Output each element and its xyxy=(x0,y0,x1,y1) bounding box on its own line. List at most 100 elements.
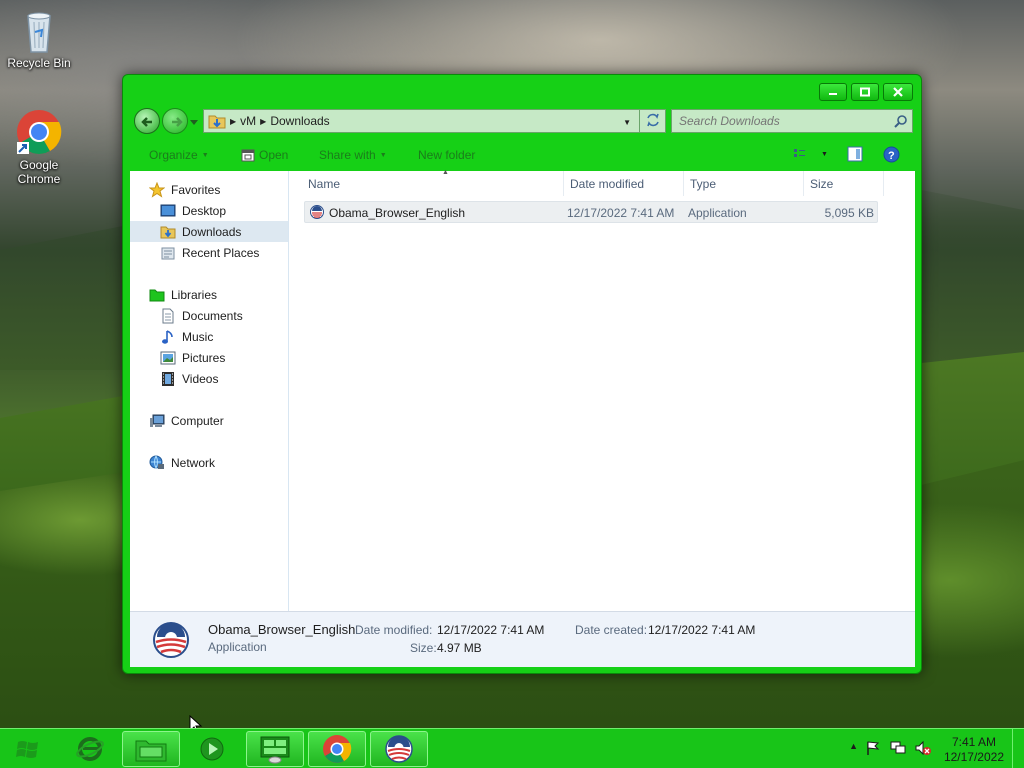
desktop-icon-label: Recycle Bin xyxy=(7,56,71,70)
details-pane: Obama_Browser_English Application Date m… xyxy=(130,611,915,667)
column-header-size[interactable]: Size xyxy=(804,171,884,196)
sidebar-item-label: Desktop xyxy=(182,203,227,218)
sidebar-item-label: Computer xyxy=(171,413,224,428)
navigation-bar: ▶ vM ▶ Downloads ▼ xyxy=(129,108,913,134)
obama-app-icon xyxy=(310,205,324,219)
help-button[interactable]: ? xyxy=(883,146,900,163)
maximize-icon xyxy=(860,87,870,97)
chrome-icon xyxy=(323,735,352,763)
back-button[interactable] xyxy=(134,108,160,134)
sidebar-item-videos[interactable]: Videos xyxy=(130,368,288,389)
search-input[interactable] xyxy=(679,114,879,128)
sidebar-item-network[interactable]: Network xyxy=(130,452,288,473)
taskbar-obama-browser[interactable] xyxy=(370,731,428,767)
sidebar-item-computer[interactable]: Computer xyxy=(130,410,288,431)
file-date: 12/17/2022 7:41 AM xyxy=(567,206,675,220)
search-box[interactable] xyxy=(671,109,913,133)
clock-date: 12/17/2022 xyxy=(943,750,1004,764)
sidebar-item-downloads[interactable]: Downloads xyxy=(130,221,288,242)
pictures-icon xyxy=(160,350,176,366)
close-icon xyxy=(893,87,903,97)
start-button[interactable] xyxy=(6,731,50,767)
taskbar-media-player[interactable] xyxy=(184,731,240,767)
sidebar-item-recent-places[interactable]: Recent Places xyxy=(130,242,288,263)
star-icon xyxy=(149,181,165,198)
view-options-icon xyxy=(794,149,805,157)
share-with-label: Share with xyxy=(319,148,376,162)
breadcrumb-downloads[interactable]: Downloads xyxy=(270,114,329,128)
desktop-icon xyxy=(160,203,176,219)
chevron-down-icon: ▼ xyxy=(379,151,387,159)
sidebar-item-label: Music xyxy=(182,329,214,344)
explorer-window: ▶ vM ▶ Downloads ▼ Organize ▼ Ope xyxy=(122,74,922,674)
address-dropdown-icon[interactable]: ▼ xyxy=(623,118,631,127)
desktop-icon-label: Google Chrome xyxy=(17,158,61,186)
breadcrumb-separator[interactable]: ▶ xyxy=(230,117,236,126)
open-label: Open xyxy=(259,148,289,162)
details-date-created: 12/17/2022 7:41 AM xyxy=(648,623,756,637)
preview-pane-button[interactable] xyxy=(847,146,863,162)
file-name: Obama_Browser_English xyxy=(329,206,466,220)
breadcrumb-vm[interactable]: vM xyxy=(240,114,256,128)
downloads-folder-icon xyxy=(208,115,226,129)
refresh-icon xyxy=(647,113,659,127)
window-controls xyxy=(819,83,913,101)
clock-time: 7:41 AM xyxy=(951,735,996,749)
sidebar-item-desktop[interactable]: Desktop xyxy=(130,200,288,221)
command-bar: Organize ▼ Open Share with ▼ New folder … xyxy=(129,141,915,169)
recent-pages-dropdown-icon[interactable] xyxy=(190,118,198,126)
taskbar-internet-explorer[interactable] xyxy=(62,731,118,767)
videos-icon xyxy=(160,371,176,387)
svg-text:?: ? xyxy=(888,150,895,162)
show-desktop-button[interactable] xyxy=(1012,729,1024,768)
column-name-label: Name xyxy=(308,176,341,191)
refresh-button[interactable] xyxy=(639,109,666,133)
change-view-button[interactable]: ▼ xyxy=(793,148,828,160)
taskbar-control-panel[interactable] xyxy=(246,731,304,767)
control-panel-icon xyxy=(260,736,290,764)
table-row[interactable]: Obama_Browser_English 12/17/2022 7:41 AM… xyxy=(304,201,878,223)
organize-label: Organize xyxy=(149,148,198,162)
desktop-icon-recycle-bin[interactable]: Recycle Bin xyxy=(1,6,77,70)
back-arrow-icon xyxy=(141,117,152,127)
sidebar-item-pictures[interactable]: Pictures xyxy=(130,347,288,368)
open-button[interactable]: Open xyxy=(241,148,288,162)
taskbar-windows-explorer[interactable] xyxy=(122,731,180,767)
recycle-bin-icon xyxy=(15,6,63,54)
sidebar-item-label: Favorites xyxy=(171,182,221,197)
music-icon xyxy=(160,329,176,345)
details-date-modified: 12/17/2022 7:41 AM xyxy=(437,623,545,637)
organize-button[interactable]: Organize ▼ xyxy=(149,148,209,162)
forward-button[interactable] xyxy=(162,108,188,134)
share-with-button[interactable]: Share with ▼ xyxy=(319,148,387,162)
documents-icon xyxy=(160,308,176,324)
column-header-name[interactable]: Name ▲ xyxy=(302,169,564,196)
obama-app-icon xyxy=(385,735,413,763)
sidebar-item-label: Documents xyxy=(182,308,243,323)
sidebar-item-libraries[interactable]: Libraries xyxy=(130,284,288,305)
network-status-icon[interactable] xyxy=(889,740,907,756)
sidebar-item-documents[interactable]: Documents xyxy=(130,305,288,326)
sidebar-item-music[interactable]: Music xyxy=(130,326,288,347)
sidebar-item-favorites[interactable]: Favorites xyxy=(130,179,288,200)
taskbar-google-chrome[interactable] xyxy=(308,731,366,767)
minimize-icon xyxy=(829,93,837,95)
search-icon[interactable] xyxy=(894,114,908,128)
column-size-label: Size xyxy=(810,176,834,191)
column-header-date-modified[interactable]: Date modified xyxy=(564,171,684,196)
column-header-type[interactable]: Type xyxy=(684,171,804,196)
minimize-button[interactable] xyxy=(819,83,847,101)
recent-places-icon xyxy=(160,245,176,261)
close-button[interactable] xyxy=(883,83,913,101)
volume-muted-icon[interactable] xyxy=(914,740,932,756)
show-hidden-icons-icon[interactable]: ▲ xyxy=(849,741,858,751)
address-bar[interactable]: ▶ vM ▶ Downloads ▼ xyxy=(203,109,666,133)
breadcrumb-separator[interactable]: ▶ xyxy=(260,117,266,126)
sidebar-item-label: Pictures xyxy=(182,350,226,365)
new-folder-button[interactable]: New folder xyxy=(418,148,475,162)
sidebar-item-label: Recent Places xyxy=(182,245,260,260)
desktop-icon-google-chrome[interactable]: Google Chrome xyxy=(1,108,77,186)
action-center-flag-icon[interactable] xyxy=(865,740,881,756)
maximize-button[interactable] xyxy=(851,83,879,101)
clock[interactable]: 7:41 AM 12/17/2022 xyxy=(944,735,1004,765)
